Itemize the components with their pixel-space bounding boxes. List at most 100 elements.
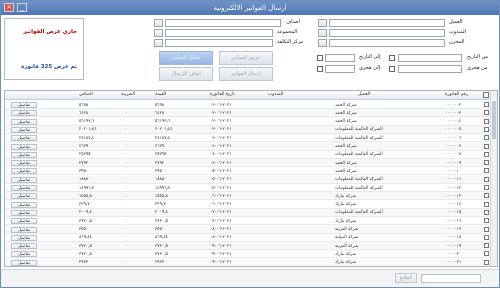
col-net[interactable]: الصافي xyxy=(79,92,93,97)
count-text: تم عرض 325 فاتورة xyxy=(21,64,77,70)
table-row[interactable]: ٠٠٠٠٠٠٥ الشركة العالمية للمعلومات ٢٠٢١-٠٦-… xyxy=(5,125,491,134)
table-row[interactable]: ٠٠٠٠٠١٣ شركة نيازك ٢٠٢١-٠٦-٠٦ ١٥٥٥٫٨ ٠ ١٥٥٥٫٨… xyxy=(5,192,491,201)
col-client[interactable]: العميل xyxy=(358,92,370,97)
cashier-search-button[interactable] xyxy=(318,39,327,47)
send-invoices-button[interactable]: ارسال الفواتير xyxy=(219,67,273,81)
details-button[interactable]: تفاصيل xyxy=(11,126,37,133)
grid-scrollbar[interactable] xyxy=(490,91,497,266)
row-checkbox[interactable] xyxy=(484,201,489,207)
col-tax[interactable]: الضريبة xyxy=(121,92,135,97)
cell-number: ٠٠٠٠٠١٦ xyxy=(445,218,462,224)
from-hijri-field[interactable] xyxy=(398,65,462,73)
group-search-button[interactable] xyxy=(154,29,163,37)
minimize-icon[interactable]: _ xyxy=(17,3,27,12)
to-hijri-field[interactable] xyxy=(325,65,355,73)
details-button[interactable]: تفاصيل xyxy=(11,243,37,250)
col-number[interactable]: رقم الفاتورة xyxy=(445,92,468,97)
row-checkbox[interactable] xyxy=(484,102,489,107)
table-row[interactable]: ٠٠٠٠٠١٤ شركة نيازك ٢٠٢١-٠٦-٠٦ ٣٢٩٫٧ ٠ ٣٢٩٫٧ تف… xyxy=(5,201,491,209)
to-date-field[interactable] xyxy=(325,54,355,62)
print-button[interactable]: الطابع xyxy=(395,273,417,283)
table-row[interactable]: ٠٠٠٠٠١٦ شركة نيازك ٢٠٢١-٠٦-٠٧ ٣٧٣٠٫٥ ٠ ٣٧٣٠٫٥… xyxy=(5,217,491,226)
table-row[interactable]: ٠٠٠٠٠١٥ الشركة العالمية للمعلومات ٢٠٢١-٠٦-… xyxy=(5,208,491,217)
close-icon[interactable]: × xyxy=(4,3,14,12)
row-checkbox[interactable] xyxy=(484,126,489,132)
col-delegate[interactable]: المندوب xyxy=(268,92,283,97)
table-row[interactable]: ٠٠٠٠٠٠٧ شركة الحمد ٢٠٢١-٠٦-٠٤ ٤٦٧٩ ٠ ٤٦٧٩ تفاص… xyxy=(5,142,491,151)
details-button[interactable]: تفاصيل xyxy=(11,201,37,208)
details-button[interactable]: تفاصيل xyxy=(11,151,37,158)
cost-center-field[interactable] xyxy=(165,39,273,47)
analyze-invoices-button[interactable]: تحليل الفواتير xyxy=(159,51,213,65)
to-hijri-checkbox[interactable] xyxy=(317,66,323,72)
details-button[interactable]: تفاصيل xyxy=(11,251,37,258)
row-checkbox[interactable] xyxy=(484,226,489,232)
table-row[interactable]: ٠٠٠٠٠٠٦ الشركة العالمية للمعلومات ٢٠٢١-٠٦-… xyxy=(5,134,491,143)
table-row[interactable]: ٠٠٠٠٠٠٨ الشركة العالمية للمعلومات ٢٠٢١-٠٦-… xyxy=(5,151,491,159)
from-date-checkbox[interactable] xyxy=(389,55,395,61)
row-checkbox[interactable] xyxy=(484,209,489,215)
details-button[interactable]: تفاصيل xyxy=(11,259,37,266)
client-search-button[interactable] xyxy=(318,19,327,27)
row-checkbox[interactable] xyxy=(484,243,489,249)
category-field[interactable] xyxy=(165,19,281,27)
to-date-checkbox[interactable] xyxy=(317,55,323,61)
scrollbar-thumb[interactable] xyxy=(492,101,496,139)
details-button[interactable]: تفاصيل xyxy=(11,168,37,175)
stop-sending-button[interactable]: ايقاف الارسال xyxy=(159,67,213,81)
col-value[interactable]: القيمة xyxy=(155,92,166,97)
row-checkbox[interactable] xyxy=(484,143,489,149)
details-button[interactable]: تفاصيل xyxy=(11,110,37,117)
row-checkbox[interactable] xyxy=(484,193,489,199)
table-row[interactable]: ٠٠٠٠٠٠٢ شركة الحمد ٢٠٢١-٠٦-٠٢ ٥٦٩٨ ٠ ٥٦٩٨ تفاص… xyxy=(5,101,491,109)
table-row[interactable]: ٠٠٠٠٠٠٤ شركة الحمد ٢٠٢١-٠٦-٠٢ ٥٦١٩٣٫٦ ٠ ٥٦١٩٣… xyxy=(5,118,491,126)
table-row[interactable]: ٠٠٠٠٠١٩ شركة العربية ٢٠٢١-٠٦-٠٩ ٣٧٣٠٫٥ ٠ ٣٧٣٠… xyxy=(5,242,491,251)
row-checkbox[interactable] xyxy=(484,118,489,124)
details-button[interactable]: تفاصيل xyxy=(11,143,37,150)
table-row[interactable]: ٠٠٠٠٠٠٩ شركة الحمد ٢٠٢١-٠٦-٠٤ ٢٧٩٢ ٠ ٢٧٩٢ تفاص… xyxy=(5,159,491,168)
row-checkbox[interactable] xyxy=(484,135,489,141)
details-button[interactable]: تفاصيل xyxy=(11,193,37,200)
details-button[interactable]: تفاصيل xyxy=(11,160,37,167)
table-row[interactable]: ٠٠٠٠٠١٢ الشركة العالمية للمعلومات ٢٠٢١-٠٦-… xyxy=(5,184,491,192)
cost-center-search-button[interactable] xyxy=(154,39,163,47)
table-row[interactable]: ٠٠٠٠٠٠٣ شركة الحمد ٢٠٢١-٠٦-٠٢ ٦٤٢٨ ٠ ٦٤٢٨ تفاص… xyxy=(5,109,491,118)
select-all-checkbox[interactable] xyxy=(483,92,489,98)
table-row[interactable]: ٠٠٠٠٠٢١ شركة نيازك ٢٠٢١-٠٦-٠٩ ٢٩٢٣ ٠ ٢٩٢٣ تفاص… xyxy=(5,258,491,266)
from-date-field[interactable] xyxy=(398,54,462,62)
row-checkbox[interactable] xyxy=(484,168,489,174)
details-button[interactable]: تفاصيل xyxy=(11,176,37,183)
table-row[interactable]: ٠٠٠٠٠١١ الشركة العالمية للمعلومات ٢٠٢١-٠٦-… xyxy=(5,175,491,184)
details-button[interactable]: تفاصيل xyxy=(11,102,37,108)
table-row[interactable]: ٠٠٠٠٠٢٠ شركة نيازك ٢٠٢١-٠٦-٠٩ ٣٧٣٠٫٥ ٠ ٣٧٣٠٫٥… xyxy=(5,250,491,259)
delegate-field[interactable] xyxy=(329,29,445,37)
show-invoices-button[interactable]: عرض الفواتير xyxy=(219,51,273,65)
details-button[interactable]: تفاصيل xyxy=(11,218,37,225)
details-button[interactable]: تفاصيل xyxy=(11,118,37,125)
page-input[interactable] xyxy=(421,274,481,283)
row-checkbox[interactable] xyxy=(484,176,489,182)
row-checkbox[interactable] xyxy=(484,251,489,257)
client-field[interactable] xyxy=(329,19,445,27)
delegate-search-button[interactable] xyxy=(318,29,327,37)
row-checkbox[interactable] xyxy=(484,234,489,240)
details-button[interactable]: تفاصيل xyxy=(11,185,37,191)
row-checkbox[interactable] xyxy=(484,218,489,224)
details-button[interactable]: تفاصيل xyxy=(11,226,37,233)
category-search-button[interactable] xyxy=(154,19,163,27)
details-button[interactable]: تفاصيل xyxy=(11,209,37,216)
from-hijri-checkbox[interactable] xyxy=(389,66,395,72)
row-checkbox[interactable] xyxy=(484,110,489,116)
table-row[interactable]: ٠٠٠٠٠١٠ شركة الحمد ٢٠٢١-٠٦-٠٥ ٣٩٥٠٠ ٠ ٣٩٥٠٠ تف… xyxy=(5,167,491,176)
row-checkbox[interactable] xyxy=(484,160,489,166)
group-field[interactable] xyxy=(165,29,273,37)
table-row[interactable]: ٠٠٠٠٠١٧ شركة العربية ٢٠٢١-٠٦-٠٨ ٣٥٥٠ ٠ ٣٥٥٠ تف… xyxy=(5,225,491,234)
row-checkbox[interactable] xyxy=(484,151,489,157)
details-button[interactable]: تفاصيل xyxy=(11,135,37,142)
details-button[interactable]: تفاصيل xyxy=(11,234,37,241)
col-date[interactable]: تاريخ الفاتورة xyxy=(210,92,235,97)
cashier-field[interactable] xyxy=(329,39,445,47)
row-checkbox[interactable] xyxy=(484,259,489,265)
row-checkbox[interactable] xyxy=(484,185,489,190)
table-row[interactable]: ٠٠٠٠٠١٨ شركة الدولية ٢٠٢١-٠٦-٠٨ ٨٦٩٫٤٤ ٠ ٨٦٩٫… xyxy=(5,234,491,242)
